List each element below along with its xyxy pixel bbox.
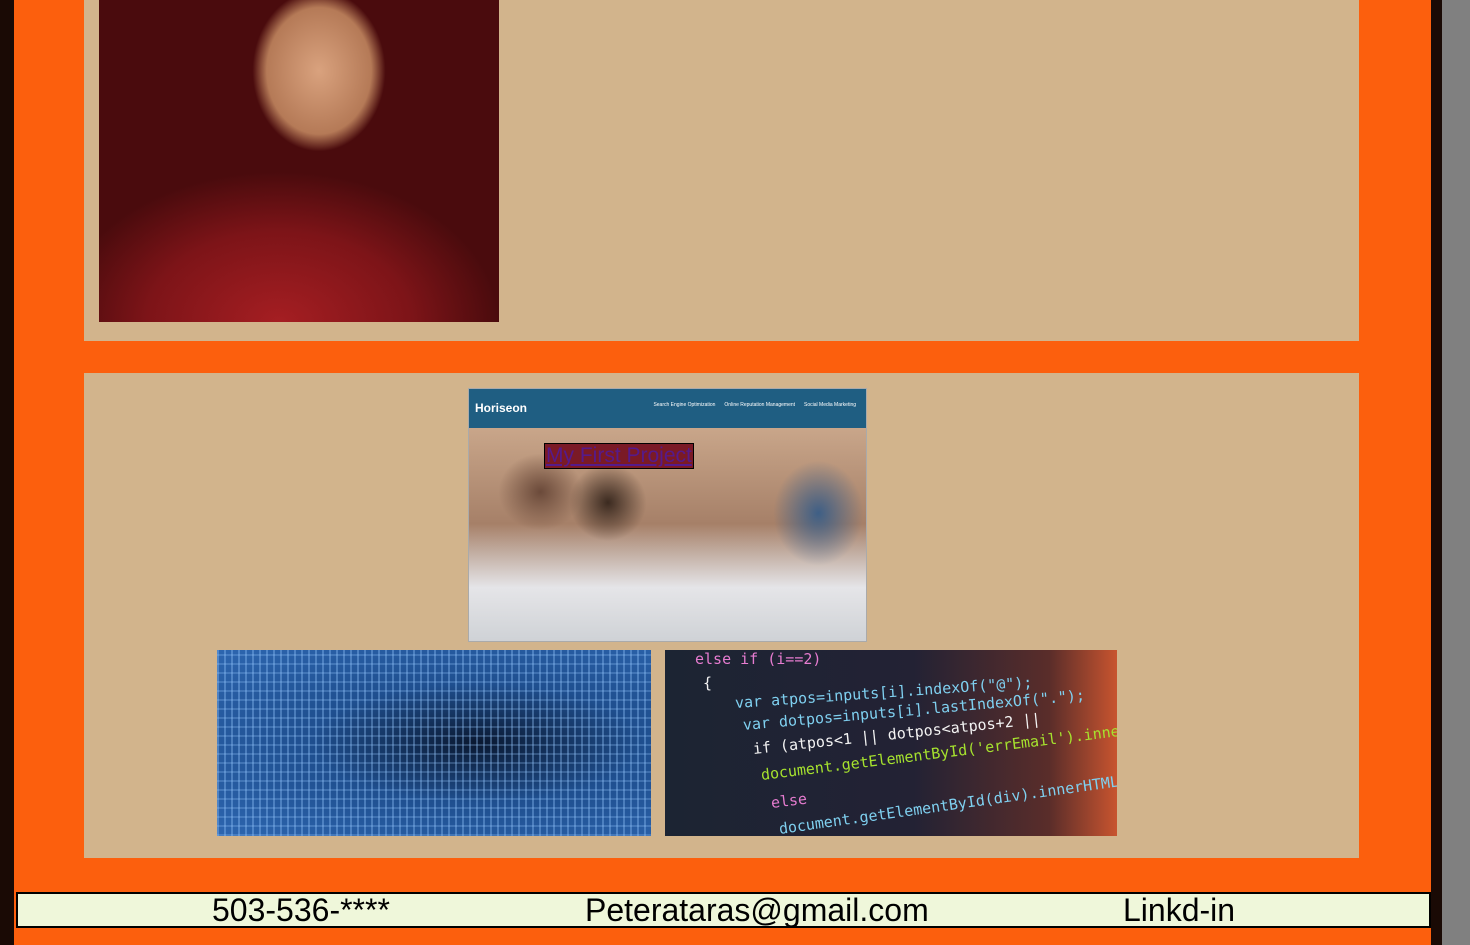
first-project-title[interactable]: My First Project: [544, 443, 694, 469]
horiseon-logo: Horiseon: [475, 401, 528, 415]
code-line: else if (i==2): [695, 650, 822, 668]
page-body: Horiseon Search Engine Optimization Onli…: [14, 0, 1431, 945]
binary-data-project[interactable]: [217, 650, 651, 836]
first-project-link[interactable]: Horiseon Search Engine Optimization Onli…: [468, 388, 867, 642]
profile-photo: [99, 0, 499, 322]
horiseon-nav-item: Search Engine Optimization: [653, 402, 716, 408]
horiseon-nav-item: Social Media Marketing: [804, 402, 856, 408]
horiseon-nav-item: Online Reputation Management: [724, 402, 796, 408]
code-screen-project[interactable]: else if (i==2) { var atpos=inputs[i].ind…: [665, 650, 1117, 836]
footer-email[interactable]: Peterataras@gmail.com: [585, 892, 929, 928]
footer-phone: 503-536-****: [212, 892, 390, 928]
footer-linkedin-link[interactable]: Linkd-in: [1123, 892, 1235, 928]
horiseon-nav-bar: Horiseon Search Engine Optimization Onli…: [469, 389, 866, 428]
about-section: [84, 0, 1359, 341]
code-line: {: [703, 674, 713, 692]
code-line: else: [769, 789, 808, 812]
horiseon-nav-links: Search Engine Optimization Online Reputa…: [653, 402, 856, 408]
projects-section: Horiseon Search Engine Optimization Onli…: [84, 373, 1359, 858]
contact-footer: 503-536-**** Peterataras@gmail.com Linkd…: [16, 892, 1431, 928]
page-frame: Horiseon Search Engine Optimization Onli…: [0, 0, 1442, 945]
